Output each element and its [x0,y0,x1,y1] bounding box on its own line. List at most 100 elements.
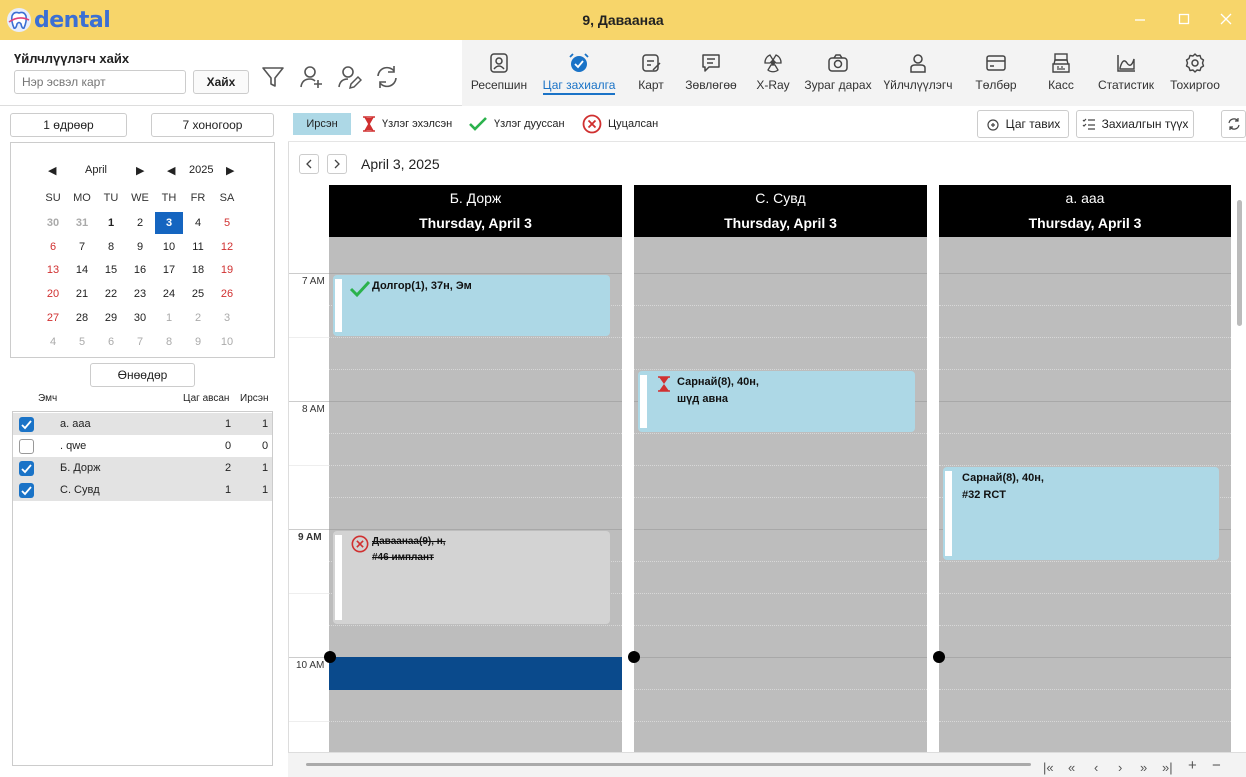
first-page-button[interactable]: |« [1043,760,1054,775]
view-one-day-button[interactable]: 1 өдрөөр [10,113,127,137]
horizontal-scrollbar-thumb[interactable] [306,763,1031,766]
calendar-day[interactable]: 7 [126,331,154,353]
calendar-year[interactable]: 2025 [189,164,213,176]
calendar-day[interactable]: 6 [97,331,125,353]
next-page-fast-button[interactable]: » [1140,760,1147,775]
calendar-day[interactable]: 12 [213,236,241,258]
calendar-day[interactable]: 21 [68,283,96,305]
calendar-day[interactable]: 17 [155,259,183,281]
calendar-day[interactable]: 16 [126,259,154,281]
nav-settings[interactable]: Тохиргоо [1164,40,1226,106]
refresh-button[interactable] [372,62,402,92]
next-date-button[interactable] [327,154,347,174]
calendar-day[interactable]: 6 [39,236,67,258]
doctor-checkbox[interactable] [19,460,34,476]
calendar-day[interactable]: 23 [126,283,154,305]
calendar-day[interactable]: 1 [97,212,125,234]
calendar-day[interactable]: 28 [68,307,96,329]
calendar-day[interactable]: 5 [213,212,241,234]
book-appointment-button[interactable]: Цаг тавих [977,110,1069,138]
view-seven-day-button[interactable]: 7 хоногоор [151,113,274,137]
zoom-out-button[interactable]: − [1212,757,1221,774]
calendar-day[interactable]: 3 [213,307,241,329]
calendar-day[interactable]: 2 [126,212,154,234]
nav-cashier[interactable]: Касс [1034,40,1088,106]
appointment-card[interactable]: Долгор(1), 37н, Эм [333,275,610,336]
doctor-checkbox[interactable] [19,416,34,432]
doctor-row[interactable]: Б. Дорж 2 1 [13,457,272,479]
minimize-button[interactable] [1128,8,1152,30]
calendar-day[interactable]: 4 [184,212,212,234]
calendar-day[interactable]: 31 [68,212,96,234]
calendar-day[interactable]: 15 [97,259,125,281]
nav-statistics[interactable]: Статистик [1092,40,1160,106]
calendar-day[interactable]: 19 [213,259,241,281]
calendar-day[interactable]: 2 [184,307,212,329]
appointment-card[interactable]: Сарнай(8), 40н, #32 RCT [943,467,1219,560]
prev-month-button[interactable]: ◀ [48,164,56,177]
vertical-scrollbar-thumb[interactable] [1237,200,1242,326]
nav-consultation[interactable]: Зөвлөгөө [680,40,742,106]
nav-xray[interactable]: X-Ray [748,40,798,106]
nav-reception[interactable]: Ресепшин [466,40,532,106]
doctor-row[interactable]: . qwe 0 0 [13,435,272,457]
doctor-row[interactable]: а. ааа 1 1 [13,413,272,435]
nav-photo[interactable]: Зураг дарах [802,40,874,106]
calendar-day[interactable]: 5 [68,331,96,353]
appointment-card[interactable]: Сарнай(8), 40н, шүд авна [638,371,915,432]
search-button[interactable]: Хайх [193,70,249,94]
calendar-day[interactable]: 29 [97,307,125,329]
search-input[interactable] [14,70,186,94]
today-button[interactable]: Өнөөдөр [90,363,195,387]
calendar-day[interactable]: 10 [213,331,241,353]
scheduler-refresh-button[interactable] [1221,110,1246,138]
next-month-button[interactable]: ▶ [136,164,144,177]
doctor-checkbox[interactable] [19,438,34,454]
filter-button[interactable] [258,62,288,92]
calendar-day[interactable]: 20 [39,283,67,305]
calendar-day[interactable]: 26 [213,283,241,305]
calendar-day[interactable]: 30 [126,307,154,329]
calendar-day[interactable]: 10 [155,236,183,258]
appointment-card-cancelled[interactable]: Даваанаа(9), н, #46 имплант [333,531,610,624]
edit-client-button[interactable] [334,62,364,92]
add-client-button[interactable] [296,62,326,92]
calendar-day[interactable]: 7 [68,236,96,258]
calendar-day[interactable]: 4 [39,331,67,353]
calendar-day[interactable]: 25 [184,283,212,305]
last-page-button[interactable]: »| [1162,760,1173,775]
prev-year-button[interactable]: ◀ [167,164,175,177]
calendar-month[interactable]: April [85,164,107,176]
nav-payment[interactable]: Төлбөр [968,40,1024,106]
doctor-row[interactable]: С. Сувд 1 1 [13,479,272,501]
doctor-checkbox[interactable] [19,482,34,498]
calendar-day[interactable]: 9 [184,331,212,353]
calendar-day[interactable]: 9 [126,236,154,258]
calendar-day[interactable]: 24 [155,283,183,305]
calendar-day[interactable]: 8 [155,331,183,353]
nav-card[interactable]: Карт [628,40,674,106]
calendar-day[interactable]: 22 [97,283,125,305]
prev-date-button[interactable] [299,154,319,174]
calendar-day[interactable]: 3 [155,212,183,234]
calendar-day[interactable]: 13 [39,259,67,281]
close-button[interactable] [1214,8,1238,30]
calendar-day[interactable]: 1 [155,307,183,329]
next-year-button[interactable]: ▶ [226,164,234,177]
zoom-in-button[interactable]: + [1188,757,1197,774]
calendar-day[interactable]: 27 [39,307,67,329]
calendar-day[interactable]: 14 [68,259,96,281]
calendar-day[interactable]: 18 [184,259,212,281]
nav-client[interactable]: Үйлчлүүлэгч [878,40,958,106]
doctor-column-body[interactable] [634,237,927,752]
calendar-day[interactable]: 8 [97,236,125,258]
prev-page-fast-button[interactable]: « [1068,760,1075,775]
nav-booking[interactable]: Цаг захиалга [536,40,622,106]
calendar-day[interactable]: 11 [184,236,212,258]
day-of-week: MO [73,192,91,204]
prev-page-button[interactable]: ‹ [1094,760,1098,775]
maximize-button[interactable] [1172,8,1196,30]
next-page-button[interactable]: › [1118,760,1122,775]
calendar-day[interactable]: 30 [39,212,67,234]
booking-history-button[interactable]: Захиалгын түүх [1076,110,1194,138]
